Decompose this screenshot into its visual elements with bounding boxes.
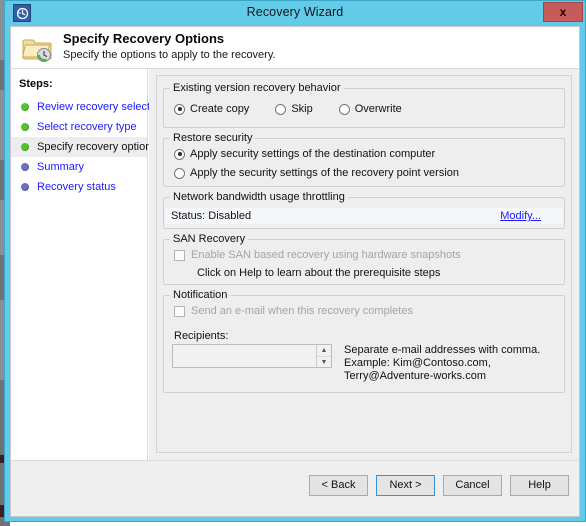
checkbox-label: Send an e-mail when this recovery comple… (191, 305, 413, 317)
step-label: Select recovery type (37, 121, 137, 133)
title-bar: Recovery Wizard x (5, 1, 585, 26)
radio-label: Overwrite (354, 103, 402, 115)
stepper-up-icon[interactable]: ▲ (317, 345, 331, 357)
step-label: Review recovery selection (37, 101, 165, 113)
footer-bar: < Back Next > Cancel Help (11, 460, 579, 516)
radio-apply-destination-security[interactable]: Apply security settings of the destinati… (174, 148, 435, 160)
radio-label: Skip (291, 103, 313, 115)
checkbox-box-icon (174, 249, 185, 261)
steps-label: Steps: (19, 78, 53, 90)
step-bullet-icon (21, 143, 29, 151)
cancel-button[interactable]: Cancel (443, 475, 502, 496)
recipients-input[interactable]: ▲ ▼ (172, 344, 332, 368)
recipients-stepper[interactable]: ▲ ▼ (316, 345, 331, 367)
throttling-status-row: Status: Disabled Modify... (165, 208, 563, 224)
step-bullet-icon (21, 103, 29, 111)
sidebar-item-select-recovery-type[interactable]: Select recovery type (11, 117, 147, 137)
radio-apply-recovery-point-security[interactable]: Apply the security settings of the recov… (174, 167, 459, 179)
group-existing-version-recovery-behavior: Existing version recovery behavior Creat… (163, 82, 565, 128)
step-label: Summary (37, 161, 85, 173)
checkbox-label: Enable SAN based recovery using hardware… (191, 249, 461, 261)
recipients-desc-line2: Example: Kim@Contoso.com, Terry@Adventur… (344, 357, 491, 382)
sidebar-item-recovery-status[interactable]: Recovery status (11, 177, 147, 197)
recovery-wizard-window: Recovery Wizard x Specify Recovery Optio… (4, 0, 586, 522)
steps-list: Review recovery selection Select recover… (11, 97, 165, 197)
page-title: Specify Recovery Options (63, 31, 225, 46)
radio-label: Create copy (190, 103, 250, 115)
recipients-description: Separate e-mail addresses with comma. Ex… (344, 344, 564, 383)
san-recovery-hint: Click on Help to learn about the prerequ… (197, 267, 441, 279)
group-network-throttling: Network bandwidth usage throttling Statu… (163, 191, 565, 229)
sidebar-item-summary[interactable]: Summary (11, 157, 147, 177)
page-header: Specify Recovery Options Specify the opt… (11, 27, 579, 69)
step-label: Recovery status (37, 181, 116, 193)
radio-label: Apply security settings of the destinati… (190, 148, 436, 160)
group-notification: Notification Send an e-mail when this re… (163, 289, 565, 393)
checkbox-enable-san-recovery[interactable]: Enable SAN based recovery using hardware… (174, 249, 461, 261)
folder-clock-icon (21, 31, 55, 65)
next-button[interactable]: Next > (376, 475, 435, 496)
step-bullet-icon (21, 123, 29, 131)
help-button[interactable]: Help (510, 475, 569, 496)
checkbox-send-email[interactable]: Send an e-mail when this recovery comple… (174, 305, 413, 317)
radio-dot-icon (338, 103, 350, 115)
modify-link[interactable]: Modify... (500, 210, 541, 222)
radio-dot-icon (174, 148, 185, 160)
button-row: < Back Next > Cancel Help (309, 475, 569, 496)
radio-create-copy[interactable]: Create copy (174, 103, 249, 115)
sidebar-item-specify-recovery-options[interactable]: Specify recovery options (11, 137, 157, 157)
checkbox-box-icon (174, 305, 185, 317)
group-title: Existing version recovery behavior (170, 82, 344, 94)
group-restore-security: Restore security Apply security settings… (163, 132, 565, 187)
throttling-status: Status: Disabled (171, 210, 252, 222)
radio-overwrite[interactable]: Overwrite (338, 103, 402, 115)
sidebar-item-review-recovery-selection[interactable]: Review recovery selection (11, 97, 165, 117)
radio-label: Apply the security settings of the recov… (190, 167, 460, 179)
radio-dot-icon (275, 103, 287, 115)
page-subtitle: Specify the options to apply to the reco… (63, 49, 276, 61)
client-area: Specify Recovery Options Specify the opt… (10, 26, 580, 517)
window-title: Recovery Wizard (246, 5, 344, 19)
step-bullet-icon (21, 183, 29, 191)
radio-skip[interactable]: Skip (275, 103, 313, 115)
recipients-desc-line1: Separate e-mail addresses with comma. (344, 344, 541, 356)
group-title: Restore security (170, 132, 256, 144)
back-button[interactable]: < Back (309, 475, 368, 496)
group-san-recovery: SAN Recovery Enable SAN based recovery u… (163, 233, 565, 285)
stepper-down-icon[interactable]: ▼ (317, 357, 331, 368)
radio-dot-icon (174, 103, 185, 115)
main-content: Existing version recovery behavior Creat… (149, 69, 579, 460)
options-panel: Existing version recovery behavior Creat… (156, 75, 572, 453)
radio-dot-icon (174, 167, 185, 179)
step-label: Specify recovery options (37, 141, 157, 153)
recipients-label: Recipients: (174, 330, 229, 342)
group-title: Network bandwidth usage throttling (170, 191, 348, 203)
close-icon[interactable]: x (543, 2, 583, 22)
group-title: SAN Recovery (170, 233, 249, 245)
group-title: Notification (170, 289, 231, 301)
step-bullet-icon (21, 163, 29, 171)
steps-sidebar: Steps: Review recovery selection Select … (11, 69, 165, 460)
